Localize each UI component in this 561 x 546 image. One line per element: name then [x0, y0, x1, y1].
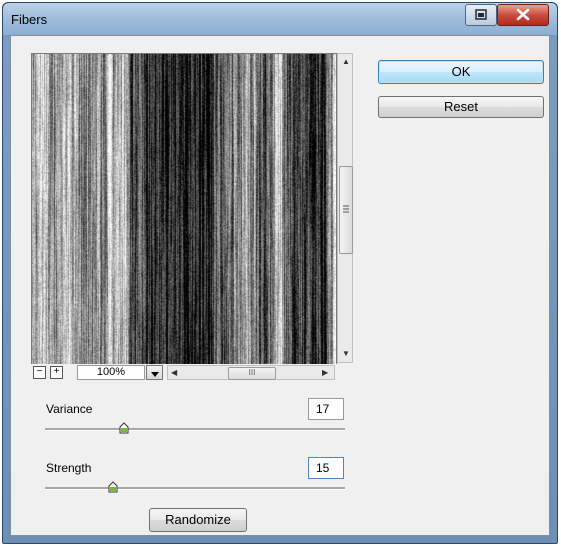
plus-icon: + [53, 366, 60, 377]
chevron-down-icon [151, 372, 159, 377]
zoom-dropdown-button[interactable] [146, 365, 163, 380]
horizontal-grip: III [248, 368, 256, 377]
variance-slider-track[interactable] [45, 428, 345, 431]
minus-icon: − [36, 366, 43, 377]
scroll-right-icon[interactable]: ▶ [322, 368, 328, 377]
fibers-preview-canvas [32, 54, 336, 364]
preview-image[interactable] [31, 53, 337, 365]
variance-input[interactable]: 17 [308, 398, 344, 420]
strength-input[interactable]: 15 [308, 457, 344, 479]
scroll-down-icon[interactable]: ▼ [342, 349, 350, 358]
variance-label: Variance [46, 402, 93, 416]
preview-vertical-scrollbar[interactable]: ▲ ▼ [337, 53, 353, 363]
zoom-level-field[interactable]: 100% [77, 365, 145, 380]
preview-horizontal-scrollbar[interactable]: ◀ III ▶ [167, 365, 335, 380]
window-title: Fibers [11, 12, 48, 27]
close-button[interactable] [497, 4, 549, 26]
horizontal-scroll-thumb[interactable]: III [228, 367, 276, 380]
restore-button[interactable] [465, 4, 497, 26]
randomize-button[interactable]: Randomize [149, 508, 247, 532]
zoom-out-button[interactable]: − [33, 366, 46, 379]
title-bar: Fibers [3, 3, 557, 35]
close-icon [516, 8, 530, 21]
variance-slider-thumb[interactable] [119, 422, 129, 434]
strength-slider-track[interactable] [45, 487, 345, 490]
restore-icon [475, 9, 487, 20]
grip-icon [343, 205, 349, 213]
scroll-up-icon[interactable]: ▲ [342, 57, 350, 66]
strength-label: Strength [46, 461, 92, 475]
dialog-window: Fibers ▲ ▼ − + 100% ◀ III ▶ OK Reset Var… [2, 2, 558, 544]
ok-button[interactable]: OK [378, 60, 544, 84]
scroll-left-icon[interactable]: ◀ [171, 368, 177, 377]
vertical-scroll-thumb[interactable] [339, 166, 353, 254]
zoom-in-button[interactable]: + [50, 366, 63, 379]
preview-toolbar: − + 100% ◀ III ▶ [31, 364, 353, 382]
dialog-body: ▲ ▼ − + 100% ◀ III ▶ OK Reset Variance 1… [10, 35, 550, 536]
reset-button[interactable]: Reset [378, 96, 544, 118]
strength-slider-thumb[interactable] [108, 481, 118, 493]
